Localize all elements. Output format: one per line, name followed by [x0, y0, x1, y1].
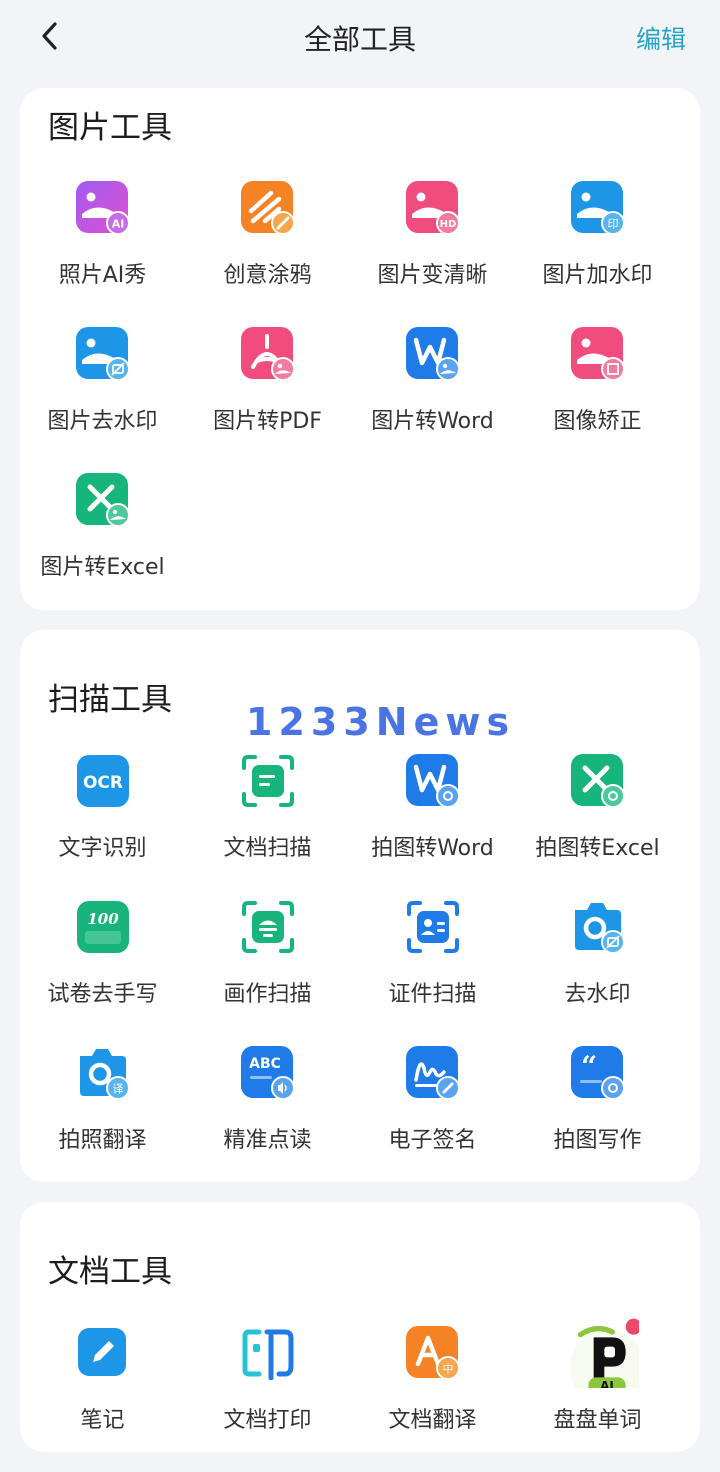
header: 全部工具 编辑 — [0, 0, 720, 72]
svg-text:中: 中 — [443, 1363, 454, 1376]
tool-signature[interactable]: 电子签名 — [350, 1046, 515, 1192]
section-title: 扫描工具 — [48, 682, 172, 718]
tool-painting-scan[interactable]: 画作扫描 — [185, 900, 350, 1046]
id-scan-icon — [407, 901, 459, 953]
page-title: 全部工具 — [303, 23, 416, 56]
tool-photo-ai[interactable]: AI 照片AI秀 — [20, 181, 185, 327]
tool-label: 文档打印 — [223, 1408, 312, 1433]
tool-doc-translate[interactable]: 中 文档翻译 — [350, 1326, 515, 1472]
watermark-text: 1233News — [246, 700, 516, 744]
panpan-words-icon: AI — [569, 1318, 639, 1388]
svg-text:AI: AI — [112, 218, 125, 231]
image-to-excel-icon — [76, 473, 130, 527]
tool-label: 证件扫描 — [388, 982, 477, 1007]
tool-image-correct[interactable]: 图像矫正 — [515, 327, 680, 473]
tool-id-scan[interactable]: 证件扫描 — [350, 900, 515, 1046]
tool-photo-translate[interactable]: 译 拍照翻译 — [20, 1046, 185, 1192]
tool-photo-to-excel[interactable]: 拍图转Excel — [515, 754, 680, 900]
tool-remove-watermark[interactable]: 图片去水印 — [20, 327, 185, 473]
image-to-pdf-icon — [241, 327, 295, 381]
read-aloud-icon: ABC — [241, 1046, 295, 1100]
photo-hd-icon: HD — [406, 181, 460, 235]
tool-label: 创意涂鸦 — [223, 263, 312, 288]
tool-doodle[interactable]: 创意涂鸦 — [185, 181, 350, 327]
tool-label: 盘盘单词 — [553, 1408, 642, 1433]
tool-label: 文档扫描 — [223, 836, 312, 861]
signature-icon — [406, 1046, 460, 1100]
tool-read-aloud[interactable]: ABC 精准点读 — [185, 1046, 350, 1192]
section-title: 文档工具 — [48, 1254, 172, 1290]
note-icon — [78, 1328, 126, 1376]
tool-label: 画作扫描 — [223, 982, 312, 1007]
tool-exam[interactable]: 100 试卷去手写 — [20, 900, 185, 1046]
tool-label: 图片转Excel — [40, 555, 165, 580]
section-image-tools: 图片工具 AI 照片AI秀 创意涂鸦 HD 图片变清晰 印 图片加水印 图片去水… — [20, 88, 700, 610]
image-correct-icon — [571, 327, 625, 381]
tool-label: 试卷去手写 — [47, 982, 158, 1007]
svg-text:100: 100 — [87, 910, 119, 928]
image-to-word-icon — [406, 327, 460, 381]
photo-to-excel-icon — [571, 754, 625, 808]
photo-to-word-icon — [406, 754, 460, 808]
svg-text:译: 译 — [113, 1083, 124, 1096]
svg-text:HD: HD — [440, 219, 457, 230]
tool-label: 精准点读 — [223, 1128, 312, 1153]
tool-label: 图片加水印 — [542, 263, 653, 288]
tool-doc-scan[interactable]: 文档扫描 — [185, 754, 350, 900]
tool-image-to-word[interactable]: 图片转Word — [350, 327, 515, 473]
tool-label: 图片变清晰 — [377, 263, 488, 288]
tool-label: 拍图转Excel — [535, 836, 660, 861]
tool-add-watermark[interactable]: 印 图片加水印 — [515, 181, 680, 327]
doodle-icon — [241, 181, 295, 235]
tool-panpan-words[interactable]: AI 盘盘单词 — [515, 1318, 680, 1472]
svg-text:印: 印 — [608, 218, 619, 231]
add-watermark-icon: 印 — [571, 181, 625, 235]
tool-label: 图片去水印 — [47, 409, 158, 434]
tool-doc-print[interactable]: 文档打印 — [185, 1326, 350, 1472]
tool-label: 拍照翻译 — [58, 1128, 147, 1153]
svg-text:OCR: OCR — [83, 773, 123, 793]
photo-translate-icon: 译 — [80, 1049, 130, 1100]
photo-ai-icon: AI — [76, 181, 130, 235]
tool-note[interactable]: 笔记 — [20, 1326, 185, 1472]
tool-label: 照片AI秀 — [58, 263, 147, 288]
tool-photo-to-word[interactable]: 拍图转Word — [350, 754, 515, 900]
edit-button[interactable]: 编辑 — [636, 20, 686, 56]
tool-label: 图像矫正 — [553, 409, 642, 434]
tool-photo-hd[interactable]: HD 图片变清晰 — [350, 181, 515, 327]
tool-label: 笔记 — [80, 1408, 125, 1433]
painting-scan-icon — [242, 901, 294, 953]
ocr-icon: OCR — [77, 755, 129, 807]
section-title: 图片工具 — [48, 110, 172, 146]
tool-label: 图片转PDF — [213, 409, 322, 434]
tool-image-to-excel[interactable]: 图片转Excel — [20, 473, 185, 619]
doc-translate-icon: 中 — [406, 1326, 460, 1380]
tool-label: 文档翻译 — [388, 1408, 477, 1433]
tool-label: 拍图写作 — [553, 1128, 642, 1153]
svg-text:AI: AI — [600, 1379, 614, 1388]
camera-watermark-icon — [575, 903, 625, 954]
tool-image-to-pdf[interactable]: 图片转PDF — [185, 327, 350, 473]
tool-label: 去水印 — [564, 982, 631, 1007]
tool-label: 电子签名 — [388, 1128, 477, 1153]
tool-label: 拍图转Word — [371, 836, 494, 861]
doc-print-icon — [242, 1329, 294, 1380]
tool-ocr[interactable]: OCR 文字识别 — [20, 754, 185, 900]
tool-label: 文字识别 — [58, 836, 147, 861]
remove-watermark-icon — [76, 327, 130, 381]
photo-writing-icon: “ — [571, 1046, 625, 1100]
svg-text:ABC: ABC — [249, 1056, 281, 1072]
exam-icon: 100 — [77, 901, 129, 953]
tool-camera-watermark[interactable]: 去水印 — [515, 900, 680, 1046]
svg-text:“: “ — [581, 1050, 597, 1083]
tool-photo-writing[interactable]: “ 拍图写作 — [515, 1046, 680, 1192]
section-doc-tools: 文档工具 笔记 文档打印 中 文档翻译 AI 盘盘单词 — [20, 1202, 700, 1452]
tool-label: 图片转Word — [371, 409, 494, 434]
doc-scan-icon — [242, 755, 294, 807]
